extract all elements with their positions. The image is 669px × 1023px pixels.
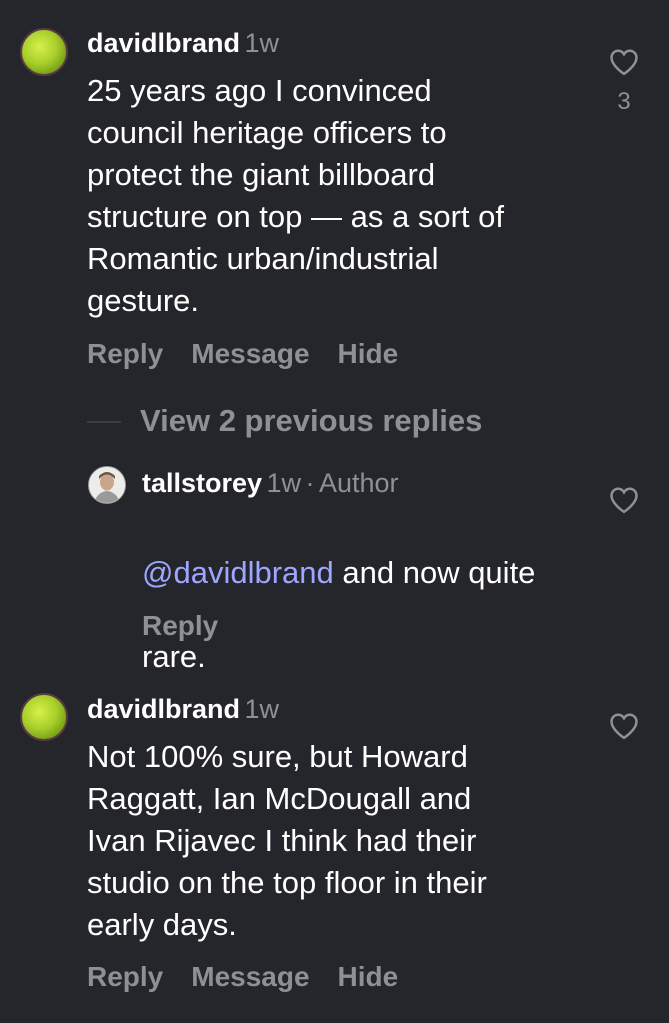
username[interactable]: davidlbrand: [87, 694, 240, 724]
hide-button[interactable]: Hide: [338, 338, 399, 370]
avatar[interactable]: [20, 693, 68, 741]
reply-button[interactable]: Reply: [142, 610, 218, 642]
username[interactable]: tallstorey: [142, 468, 262, 498]
comment-text: Not 100% sure, but Howard Raggatt, Ian M…: [87, 739, 487, 942]
message-button[interactable]: Message: [191, 961, 309, 993]
author-badge: Author: [318, 468, 399, 498]
comment-header: davidlbrand 1w: [87, 28, 279, 59]
portrait-avatar: [89, 467, 125, 503]
reply-text: @davidlbrand and now quite rare.: [142, 510, 535, 678]
message-button[interactable]: Message: [191, 338, 309, 370]
timestamp: 1w: [244, 694, 279, 724]
comment-header: davidlbrand 1w: [87, 694, 279, 725]
reply-text-line-1: and now quite: [333, 555, 536, 590]
heart-outline-icon[interactable]: [609, 48, 639, 76]
view-previous-replies-button[interactable]: View 2 previous replies: [140, 403, 482, 439]
heart-outline-icon[interactable]: [609, 486, 639, 514]
username[interactable]: davidlbrand: [87, 28, 240, 58]
comment-actions: Reply Message Hide: [87, 338, 398, 370]
comment-actions: Reply Message Hide: [87, 961, 398, 993]
reply-text-line-2: rare.: [142, 639, 206, 674]
avatar[interactable]: [20, 28, 68, 76]
reply-actions: Reply: [142, 610, 218, 642]
reply-header: tallstorey 1w · Author: [142, 468, 399, 499]
hide-button[interactable]: Hide: [338, 961, 399, 993]
mention-link[interactable]: @davidlbrand: [142, 555, 334, 590]
reply-button[interactable]: Reply: [87, 961, 163, 993]
like-count: 3: [617, 88, 631, 115]
heart-outline-icon[interactable]: [609, 712, 639, 740]
timestamp: 1w: [244, 28, 279, 58]
separator: ·: [305, 468, 315, 498]
comment-text: 25 years ago I convinced council heritag…: [87, 73, 504, 318]
reply-thread-line: [87, 421, 121, 423]
avatar[interactable]: [88, 466, 126, 504]
reply-button[interactable]: Reply: [87, 338, 163, 370]
timestamp: 1w: [266, 468, 302, 498]
